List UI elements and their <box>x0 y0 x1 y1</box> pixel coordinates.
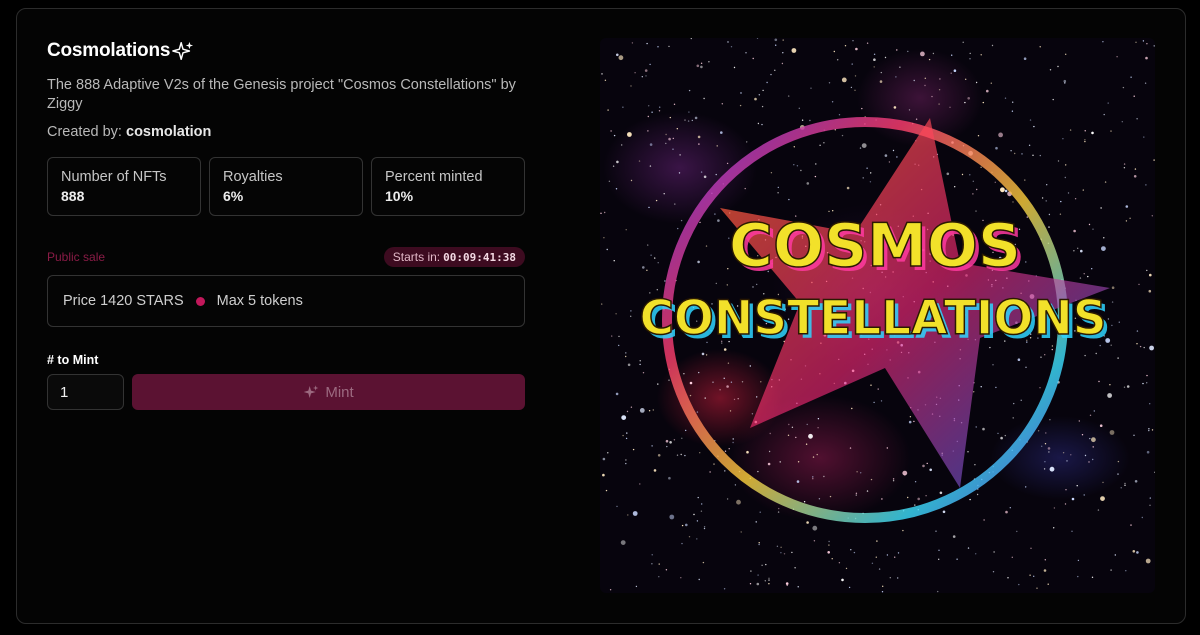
countdown-timer: 00:09:41:38 <box>443 250 516 264</box>
max-tokens-text: Max 5 tokens <box>216 293 303 309</box>
stat-number-of-nfts: Number of NFTs 888 <box>47 157 201 216</box>
mint-controls: Mint <box>47 374 525 410</box>
sale-header: Public sale Starts in: 00:09:41:38 <box>47 247 525 267</box>
collection-info: Cosmolations The 888 Adaptive V2s of the… <box>47 40 525 410</box>
stat-label: Percent minted <box>385 169 483 185</box>
mint-button-label: Mint <box>325 383 354 401</box>
countdown-label: Starts in: <box>392 250 441 264</box>
collection-artwork: COSMOS COSMOS CONSTELLATIONS CONSTELLATI… <box>600 38 1155 593</box>
creator-label: Created by: <box>47 124 122 140</box>
quantity-label: # to Mint <box>47 353 99 367</box>
price-info: Price 1420 STARS Max 5 tokens <box>47 275 525 327</box>
sparkles-icon <box>303 385 319 398</box>
collection-title: Cosmolations <box>47 40 171 61</box>
creator-line: Created by: cosmolation <box>47 124 525 140</box>
mint-button[interactable]: Mint <box>132 374 525 410</box>
stat-value: 888 <box>61 188 85 204</box>
stat-value: 10% <box>385 188 414 204</box>
stat-value: 6% <box>223 188 244 204</box>
title-row: Cosmolations <box>47 40 525 62</box>
stat-royalties: Royalties 6% <box>209 157 363 216</box>
quantity-input[interactable] <box>47 374 124 410</box>
price-text: Price 1420 STARS <box>63 293 184 309</box>
countdown-badge: Starts in: 00:09:41:38 <box>383 247 525 267</box>
stat-percent-minted: Percent minted 10% <box>371 157 525 216</box>
separator-dot-icon <box>195 296 205 306</box>
stat-label: Number of NFTs <box>61 169 167 185</box>
stat-label: Royalties <box>223 169 283 185</box>
collection-description: The 888 Adaptive V2s of the Genesis proj… <box>47 77 516 112</box>
stats-row: Number of NFTs 888 Royalties 6% Percent … <box>47 157 525 216</box>
sparkles-icon <box>172 41 194 60</box>
artwork-svg: COSMOS COSMOS CONSTELLATIONS CONSTELLATI… <box>600 38 1155 593</box>
creator-name[interactable]: cosmolation <box>126 124 211 140</box>
artwork-line1: COSMOS <box>729 211 1021 281</box>
sale-phase-label: Public sale <box>47 250 106 264</box>
artwork-line2: CONSTELLATIONS <box>639 291 1106 346</box>
